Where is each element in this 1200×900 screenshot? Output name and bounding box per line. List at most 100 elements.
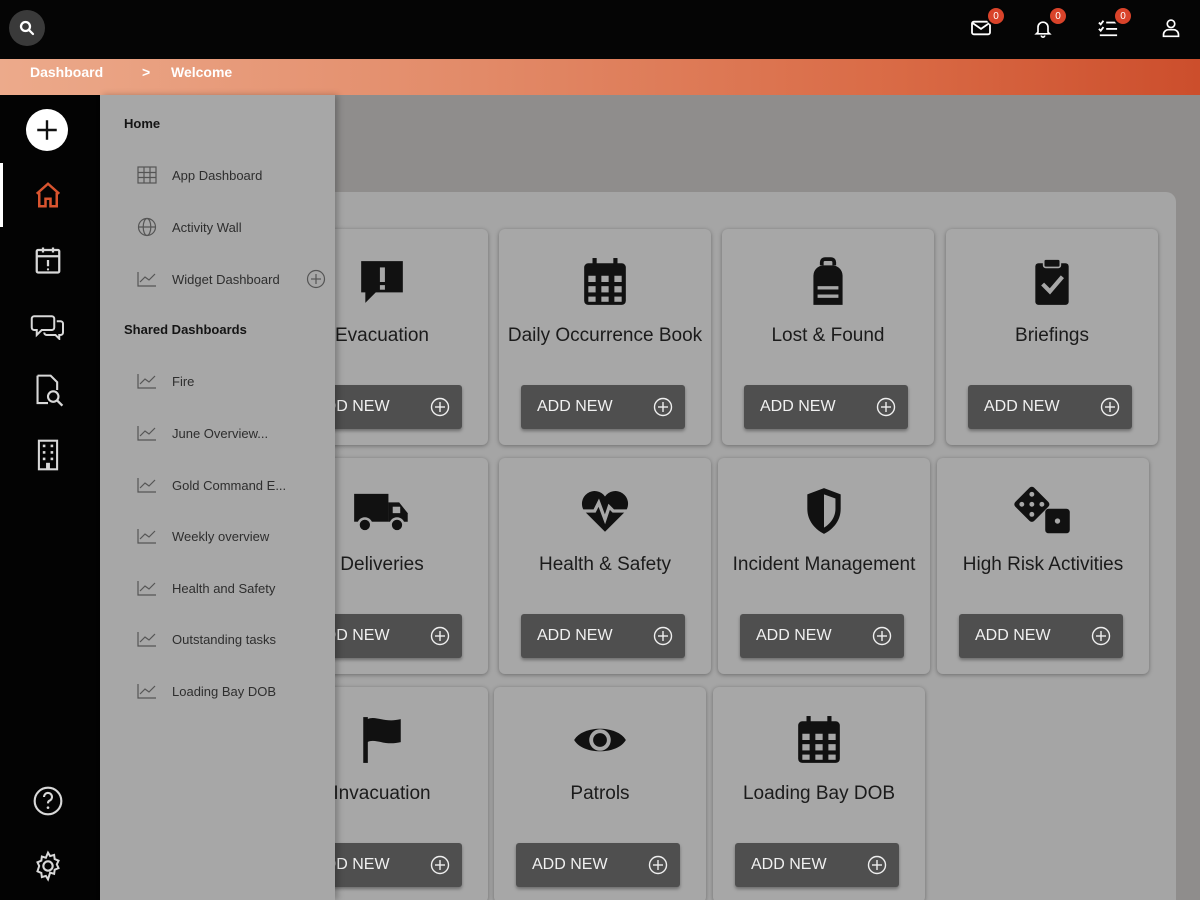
chat-icon <box>30 315 64 340</box>
plus-icon <box>37 120 57 140</box>
plus-circle-icon <box>430 626 450 646</box>
add-new-label: ADD NEW <box>975 627 1051 644</box>
chart-icon <box>136 269 158 289</box>
rail-settings[interactable] <box>26 844 70 888</box>
card-high-risk-activities[interactable]: High Risk Activities ADD NEW <box>937 458 1149 674</box>
document-search-icon <box>36 374 64 407</box>
add-new-label: ADD NEW <box>760 398 836 415</box>
card-loading-bay-dob[interactable]: Loading Bay DOB ADD NEW <box>713 687 925 900</box>
tasks-badge: 0 <box>1113 6 1133 26</box>
plus-circle-icon <box>653 626 673 646</box>
dice-icon <box>937 486 1149 536</box>
add-new-button[interactable]: ADD NEW <box>521 385 685 429</box>
profile-button[interactable] <box>1158 14 1184 42</box>
card-patrols[interactable]: Patrols ADD NEW <box>494 687 706 900</box>
add-new-button[interactable]: ADD NEW <box>516 843 680 887</box>
breadcrumb-welcome[interactable]: Welcome <box>171 64 232 80</box>
rail-help[interactable] <box>26 779 70 823</box>
help-icon <box>33 786 63 816</box>
add-new-button[interactable]: ADD NEW <box>959 614 1123 658</box>
card-title: Daily Occurrence Book <box>507 325 703 346</box>
chart-icon <box>136 681 158 701</box>
chart-icon <box>136 578 158 598</box>
drawer-item-shared[interactable]: Loading Bay DOB <box>136 678 326 704</box>
plus-circle-icon <box>876 397 896 417</box>
drawer-item-shared[interactable]: Fire <box>136 368 326 394</box>
create-button[interactable] <box>26 109 68 151</box>
left-rail <box>0 95 100 900</box>
drawer-item-shared[interactable]: June Overview... <box>136 420 326 446</box>
drawer-item-label: Fire <box>172 373 195 389</box>
drawer-item-widget-dashboard[interactable]: Widget Dashboard <box>136 266 326 292</box>
globe-icon <box>136 217 158 237</box>
drawer-item-shared[interactable]: Gold Command E... <box>136 472 326 498</box>
notifications-button[interactable]: 0 <box>1030 6 1068 42</box>
rail-document-search[interactable] <box>26 368 70 412</box>
add-new-label: ADD NEW <box>751 856 827 873</box>
tasks-button[interactable]: 0 <box>1095 6 1133 42</box>
plus-circle-icon <box>648 855 668 875</box>
rail-home[interactable] <box>26 173 70 217</box>
drawer-item-label: June Overview... <box>172 425 269 441</box>
card-title: Patrols <box>570 783 630 804</box>
drawer-item-shared[interactable]: Outstanding tasks <box>136 626 326 652</box>
breadcrumb-separator: > <box>142 64 151 80</box>
rail-chat[interactable] <box>26 303 70 347</box>
rail-building[interactable] <box>26 433 70 477</box>
search-button[interactable] <box>9 10 45 46</box>
search-icon <box>19 20 35 36</box>
card-title: Briefings <box>1015 325 1089 346</box>
chart-icon <box>136 423 158 443</box>
shield-icon <box>718 486 930 536</box>
chart-icon <box>136 629 158 649</box>
plus-circle-icon <box>430 397 450 417</box>
user-icon <box>1162 19 1180 38</box>
add-new-button[interactable]: ADD NEW <box>735 843 899 887</box>
add-new-button[interactable]: ADD NEW <box>968 385 1132 429</box>
card-title: Lost & Found <box>771 325 885 346</box>
drawer-item-label: Outstanding tasks <box>172 631 277 647</box>
drawer-home-heading: Home <box>124 116 161 131</box>
breadcrumb: Dashboard > Welcome <box>0 59 1200 95</box>
active-indicator <box>0 163 3 227</box>
drawer-item-label: Activity Wall <box>172 219 242 235</box>
drawer-item-label: Health and Safety <box>172 580 276 596</box>
add-new-button[interactable]: ADD NEW <box>744 385 908 429</box>
chart-icon <box>136 475 158 495</box>
mail-button[interactable]: 0 <box>968 6 1006 42</box>
card-incident-management[interactable]: Incident Management ADD NEW <box>718 458 930 674</box>
drawer-item-activity-wall[interactable]: Activity Wall <box>136 214 326 240</box>
drawer-item-label: Gold Command E... <box>172 477 287 493</box>
card-title: Incident Management <box>732 554 916 575</box>
drawer-item-label: Loading Bay DOB <box>172 683 277 699</box>
card-briefings[interactable]: Briefings ADD NEW <box>946 229 1158 445</box>
plus-circle-icon <box>1100 397 1120 417</box>
grid-icon <box>136 165 158 185</box>
card-health-and-safety[interactable]: Health & Safety ADD NEW <box>499 458 711 674</box>
rail-calendar[interactable] <box>26 238 70 282</box>
add-new-button[interactable]: ADD NEW <box>521 614 685 658</box>
drawer-item-shared[interactable]: Health and Safety <box>136 575 326 601</box>
plus-circle-icon <box>872 626 892 646</box>
navigation-drawer: Home App Dashboard Activity Wall Widget … <box>100 95 335 900</box>
add-widget-dashboard-icon[interactable] <box>306 269 326 289</box>
add-new-label: ADD NEW <box>537 627 613 644</box>
calendar-alert-icon <box>35 247 61 274</box>
breadcrumb-dashboard[interactable]: Dashboard <box>30 64 103 80</box>
drawer-item-shared[interactable]: Weekly overview <box>136 523 326 549</box>
top-bar: 0 0 0 <box>0 0 1200 59</box>
heartbeat-icon <box>499 486 711 536</box>
mail-badge: 0 <box>986 6 1006 26</box>
card-daily-occurrence-book[interactable]: Daily Occurrence Book ADD NEW <box>499 229 711 445</box>
card-title: Loading Bay DOB <box>742 783 896 804</box>
backpack-icon <box>722 257 934 307</box>
building-icon <box>37 439 59 471</box>
card-lost-and-found[interactable]: Lost & Found ADD NEW <box>722 229 934 445</box>
drawer-item-app-dashboard[interactable]: App Dashboard <box>136 162 326 188</box>
add-new-button[interactable]: ADD NEW <box>740 614 904 658</box>
gear-icon <box>36 850 60 882</box>
calendar-icon <box>499 257 711 307</box>
chart-icon <box>136 371 158 391</box>
plus-circle-icon <box>653 397 673 417</box>
home-icon <box>35 182 61 208</box>
